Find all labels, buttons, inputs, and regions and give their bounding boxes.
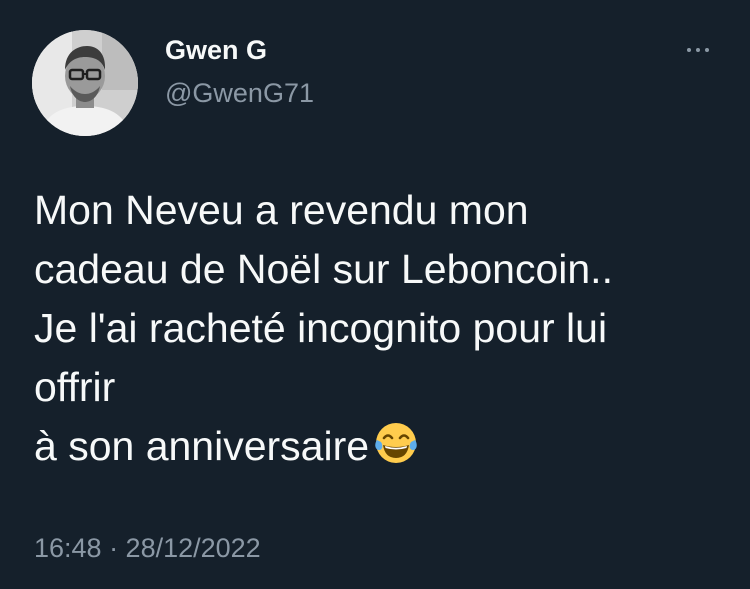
tweet-card: Gwen G @GwenG71 Mon Neveu a revendu mon … bbox=[0, 0, 750, 589]
display-name[interactable]: Gwen G bbox=[165, 35, 267, 66]
tweet-line: cadeau de Noël sur Leboncoin.. bbox=[34, 246, 613, 292]
dot bbox=[687, 48, 691, 52]
user-handle[interactable]: @GwenG71 bbox=[165, 78, 314, 109]
face-with-tears-of-joy-icon bbox=[375, 423, 417, 463]
tweet-line: Mon Neveu a revendu mon bbox=[34, 187, 529, 233]
tweet-line-last: à son anniversaire bbox=[34, 417, 724, 476]
tweet-line-text: à son anniversaire bbox=[34, 423, 370, 469]
more-options-icon[interactable] bbox=[678, 38, 718, 62]
avatar[interactable] bbox=[32, 30, 138, 136]
tweet-line: offrir bbox=[34, 364, 116, 410]
tweet-timestamp[interactable]: 16:48 · 28/12/2022 bbox=[34, 533, 261, 564]
tweet-line: Je l'ai racheté incognito pour lui bbox=[34, 305, 608, 351]
dot bbox=[696, 48, 700, 52]
tweet-text: Mon Neveu a revendu mon cadeau de Noël s… bbox=[34, 181, 724, 476]
profile-photo-icon bbox=[32, 30, 138, 136]
dot bbox=[705, 48, 709, 52]
